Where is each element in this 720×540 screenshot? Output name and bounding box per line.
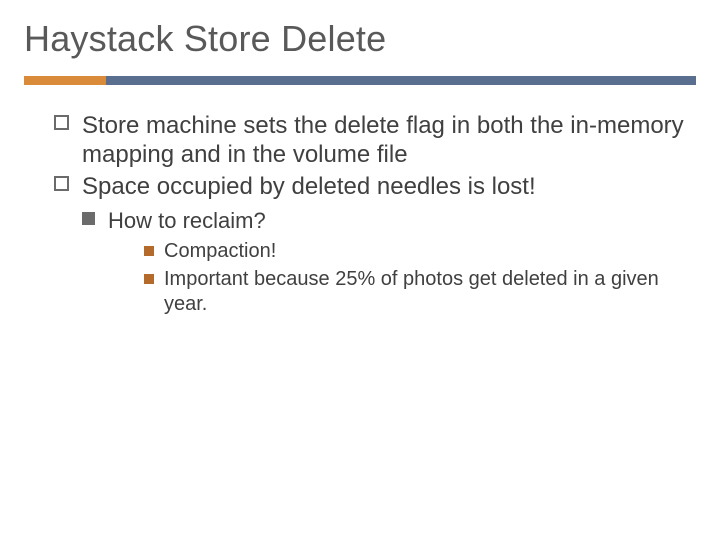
square-closed-icon [82, 212, 95, 225]
list-item: Space occupied by deleted needles is los… [54, 172, 684, 318]
title-underline [24, 76, 696, 85]
accent-bar [24, 76, 106, 85]
square-open-icon [54, 115, 69, 130]
bullet-text: Compaction! [164, 240, 276, 262]
list-item: Important because 25% of photos get dele… [144, 267, 684, 318]
bullet-list-level3: Compaction! Important because 25% of pho… [108, 239, 684, 318]
bullet-list-level1: Store machine sets the delete flag in bo… [54, 111, 684, 318]
list-item: How to reclaim? Compaction! Important be… [82, 207, 684, 318]
underline-bar [106, 76, 696, 85]
slide-title: Haystack Store Delete [24, 18, 696, 60]
square-filled-icon [144, 246, 154, 256]
content-area: Store machine sets the delete flag in bo… [24, 111, 696, 318]
bullet-text: Important because 25% of photos get dele… [164, 268, 659, 316]
square-filled-icon [144, 274, 154, 284]
square-open-icon [54, 176, 69, 191]
list-item: Store machine sets the delete flag in bo… [54, 111, 684, 170]
bullet-text: Store machine sets the delete flag in bo… [82, 112, 684, 168]
slide: Haystack Store Delete Store machine sets… [0, 0, 720, 540]
bullet-list-level2: How to reclaim? Compaction! Important be… [82, 207, 684, 318]
bullet-text: How to reclaim? [108, 208, 266, 233]
list-item: Compaction! [144, 239, 684, 265]
bullet-text: Space occupied by deleted needles is los… [82, 173, 536, 200]
